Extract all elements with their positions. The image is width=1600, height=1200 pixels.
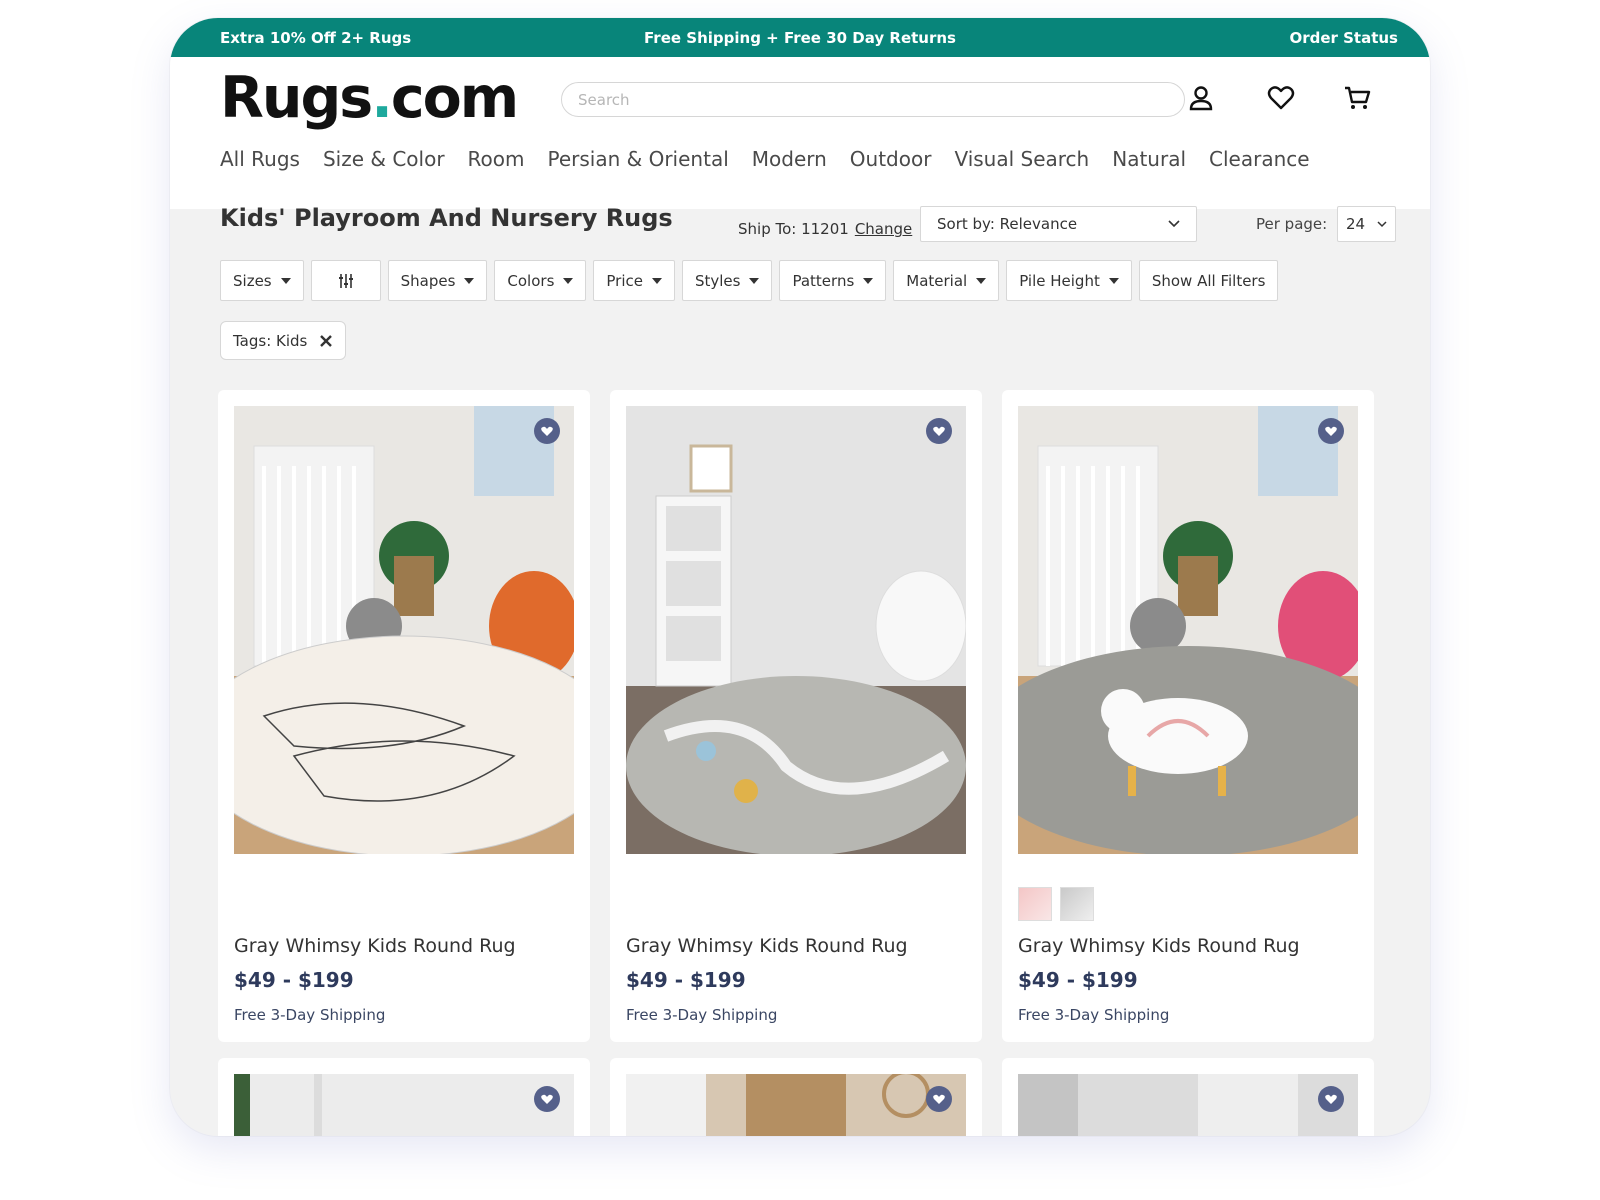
- filter-shapes[interactable]: Shapes: [387, 260, 488, 301]
- product-card[interactable]: [218, 1058, 590, 1136]
- filter-colors[interactable]: Colors: [494, 260, 587, 301]
- per-page-select[interactable]: 24: [1337, 206, 1396, 242]
- page-title: Kids' Playroom And Nursery Rugs: [220, 204, 673, 232]
- show-all-filters-button[interactable]: Show All Filters: [1138, 260, 1279, 301]
- nav-clearance[interactable]: Clearance: [1209, 147, 1310, 171]
- product-price: $49 - $199: [234, 968, 354, 992]
- shipping-note: Free 3-Day Shipping: [626, 1006, 778, 1024]
- product-image[interactable]: [626, 406, 966, 854]
- nav-all-rugs[interactable]: All Rugs: [220, 147, 300, 171]
- sliders-icon: [338, 273, 353, 288]
- main-nav: All Rugs Size & Color Room Persian & Ori…: [220, 147, 1333, 171]
- order-status-link[interactable]: Order Status: [1289, 29, 1398, 47]
- caret-down-icon: [563, 277, 574, 284]
- favorite-button[interactable]: [926, 418, 952, 444]
- heart-icon: [541, 426, 553, 436]
- account-icon[interactable]: [1184, 81, 1218, 115]
- product-price: $49 - $199: [1018, 968, 1138, 992]
- caret-down-icon: [464, 277, 475, 284]
- swatch-gray[interactable]: [1060, 887, 1094, 921]
- product-card[interactable]: Gray Whimsy Kids Round Rug $49 - $199 Fr…: [610, 390, 982, 1042]
- swatch-pink[interactable]: [1018, 887, 1052, 921]
- product-card[interactable]: Gray Whimsy Kids Round Rug $49 - $199 Fr…: [218, 390, 590, 1042]
- caret-down-icon: [1108, 277, 1119, 284]
- heart-icon: [933, 426, 945, 436]
- active-filter-tag: Tags: Kids: [220, 321, 347, 360]
- filter-bar: Sizes Shapes Colors Price Styles Pattern…: [220, 260, 1279, 301]
- product-image[interactable]: [1018, 406, 1358, 854]
- favorite-button[interactable]: [534, 1086, 560, 1112]
- nav-size-color[interactable]: Size & Color: [323, 147, 445, 171]
- browser-frame: Extra 10% Off 2+ Rugs Free Shipping + Fr…: [170, 18, 1430, 1136]
- cart-icon[interactable]: [1340, 81, 1374, 115]
- product-name[interactable]: Gray Whimsy Kids Round Rug: [234, 935, 516, 957]
- filter-pile-height[interactable]: Pile Height: [1006, 260, 1132, 301]
- product-image[interactable]: [234, 1074, 574, 1136]
- favorite-button[interactable]: [1318, 418, 1344, 444]
- filter-styles[interactable]: Styles: [681, 260, 773, 301]
- caret-down-icon: [280, 277, 291, 284]
- search-input[interactable]: [561, 82, 1185, 117]
- favorite-button[interactable]: [926, 1086, 952, 1112]
- filter-material[interactable]: Material: [893, 260, 1000, 301]
- promo-shipping: Free Shipping + Free 30 Day Returns: [644, 28, 956, 47]
- nav-persian-oriental[interactable]: Persian & Oriental: [548, 147, 729, 171]
- product-image[interactable]: [234, 406, 574, 854]
- favorite-button[interactable]: [534, 418, 560, 444]
- chevron-down-icon: [1168, 220, 1180, 228]
- nav-modern[interactable]: Modern: [752, 147, 827, 171]
- favorite-button[interactable]: [1318, 1086, 1344, 1112]
- ship-to: Ship To: 11201 Change: [738, 220, 913, 238]
- heart-icon: [1325, 1094, 1337, 1104]
- nav-visual-search[interactable]: Visual Search: [954, 147, 1089, 171]
- caret-down-icon: [651, 277, 662, 284]
- site-logo[interactable]: Rugs.com: [220, 65, 519, 131]
- chevron-down-icon: [1377, 220, 1387, 227]
- heart-icon: [1325, 426, 1337, 436]
- filter-price[interactable]: Price: [593, 260, 675, 301]
- nav-room[interactable]: Room: [468, 147, 525, 171]
- product-card[interactable]: [1002, 1058, 1374, 1136]
- heart-icon: [933, 1094, 945, 1104]
- filter-sizes[interactable]: Sizes: [220, 260, 304, 301]
- promo-bar: Extra 10% Off 2+ Rugs Free Shipping + Fr…: [170, 18, 1430, 57]
- close-icon[interactable]: [319, 334, 333, 348]
- product-card[interactable]: Gray Whimsy Kids Round Rug $49 - $199 Fr…: [1002, 390, 1374, 1042]
- caret-down-icon: [863, 277, 874, 284]
- caret-down-icon: [976, 277, 987, 284]
- sort-select[interactable]: Sort by: Relevance: [920, 206, 1197, 242]
- product-name[interactable]: Gray Whimsy Kids Round Rug: [626, 935, 908, 957]
- product-image[interactable]: [626, 1074, 966, 1136]
- change-zip-link[interactable]: Change: [855, 220, 912, 238]
- color-swatches: [1018, 887, 1094, 921]
- shipping-note: Free 3-Day Shipping: [234, 1006, 386, 1024]
- heart-icon: [541, 1094, 553, 1104]
- product-image[interactable]: [1018, 1074, 1358, 1136]
- product-price: $49 - $199: [626, 968, 746, 992]
- per-page-label: Per page:: [1256, 215, 1328, 233]
- caret-down-icon: [749, 277, 760, 284]
- nav-natural[interactable]: Natural: [1112, 147, 1186, 171]
- product-name[interactable]: Gray Whimsy Kids Round Rug: [1018, 935, 1300, 957]
- promo-offer[interactable]: Extra 10% Off 2+ Rugs: [220, 29, 411, 47]
- filter-settings-button[interactable]: [310, 260, 381, 301]
- filter-patterns[interactable]: Patterns: [779, 260, 887, 301]
- product-card[interactable]: [610, 1058, 982, 1136]
- nav-outdoor[interactable]: Outdoor: [850, 147, 932, 171]
- site-header: Rugs.com All Rugs Size & Color Room Pers…: [170, 57, 1430, 209]
- shipping-note: Free 3-Day Shipping: [1018, 1006, 1170, 1024]
- heart-icon[interactable]: [1264, 81, 1298, 115]
